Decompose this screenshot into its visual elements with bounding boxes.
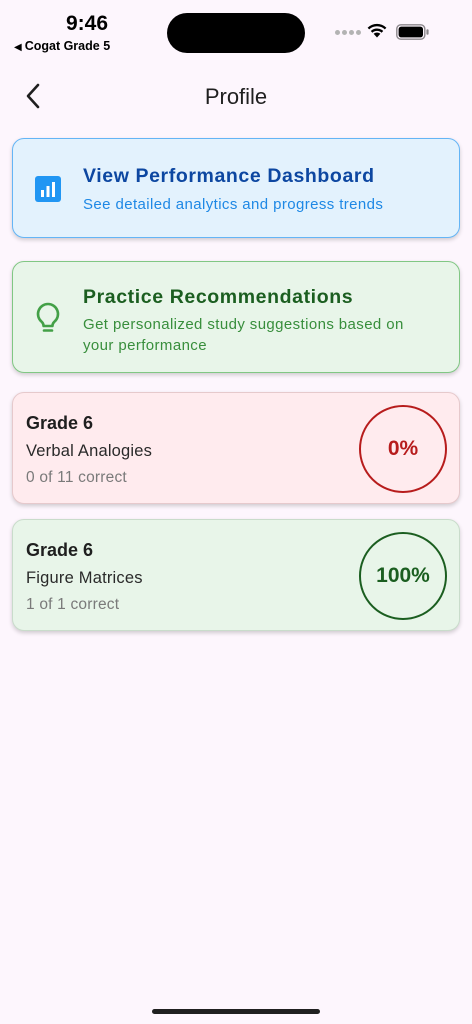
page-title: Profile xyxy=(204,84,268,109)
lightbulb-icon xyxy=(33,302,63,333)
result-topic: Verbal Analogies xyxy=(26,442,153,460)
dashboard-card-subtitle: See detailed analytics and progress tren… xyxy=(83,196,384,213)
status-bar: 9:46 ◀ Cogat Grade 5 xyxy=(0,0,472,60)
result-percent-badge: 0% xyxy=(359,405,447,493)
result-grade: Grade 6 xyxy=(26,413,94,433)
result-percent-badge: 100% xyxy=(359,532,447,620)
practice-recommendations-card[interactable]: Practice Recommendations Get personalize… xyxy=(12,261,460,373)
status-time: 9:46 xyxy=(66,12,109,35)
home-indicator[interactable] xyxy=(152,1009,320,1014)
back-to-app-link[interactable]: ◀ Cogat Grade 5 xyxy=(14,39,110,53)
battery-icon xyxy=(396,24,429,40)
result-grade: Grade 6 xyxy=(26,540,94,560)
result-score: 0 of 11 correct xyxy=(26,469,127,486)
dynamic-island xyxy=(167,13,305,53)
app-header: Profile xyxy=(0,72,472,122)
recommendations-card-subtitle: Get personalized study suggestions based… xyxy=(83,316,404,354)
result-card-figure-matrices[interactable]: Grade 6 Figure Matrices 1 of 1 correct 1… xyxy=(12,519,460,631)
bar-chart-icon xyxy=(33,174,63,204)
back-triangle-icon: ◀ xyxy=(14,42,22,53)
wifi-icon xyxy=(367,23,387,38)
result-topic: Figure Matrices xyxy=(26,569,143,587)
back-app-label: Cogat Grade 5 xyxy=(24,39,111,53)
result-score: 1 of 1 correct xyxy=(26,596,120,613)
dashboard-card-title: View Performance Dashboard xyxy=(83,165,375,187)
result-card-verbal-analogies[interactable]: Grade 6 Verbal Analogies 0 of 11 correct… xyxy=(12,392,460,504)
recommendations-card-title: Practice Recommendations xyxy=(83,286,354,308)
performance-dashboard-card[interactable]: View Performance Dashboard See detailed … xyxy=(12,138,460,238)
cellular-signal-icon xyxy=(335,30,361,35)
